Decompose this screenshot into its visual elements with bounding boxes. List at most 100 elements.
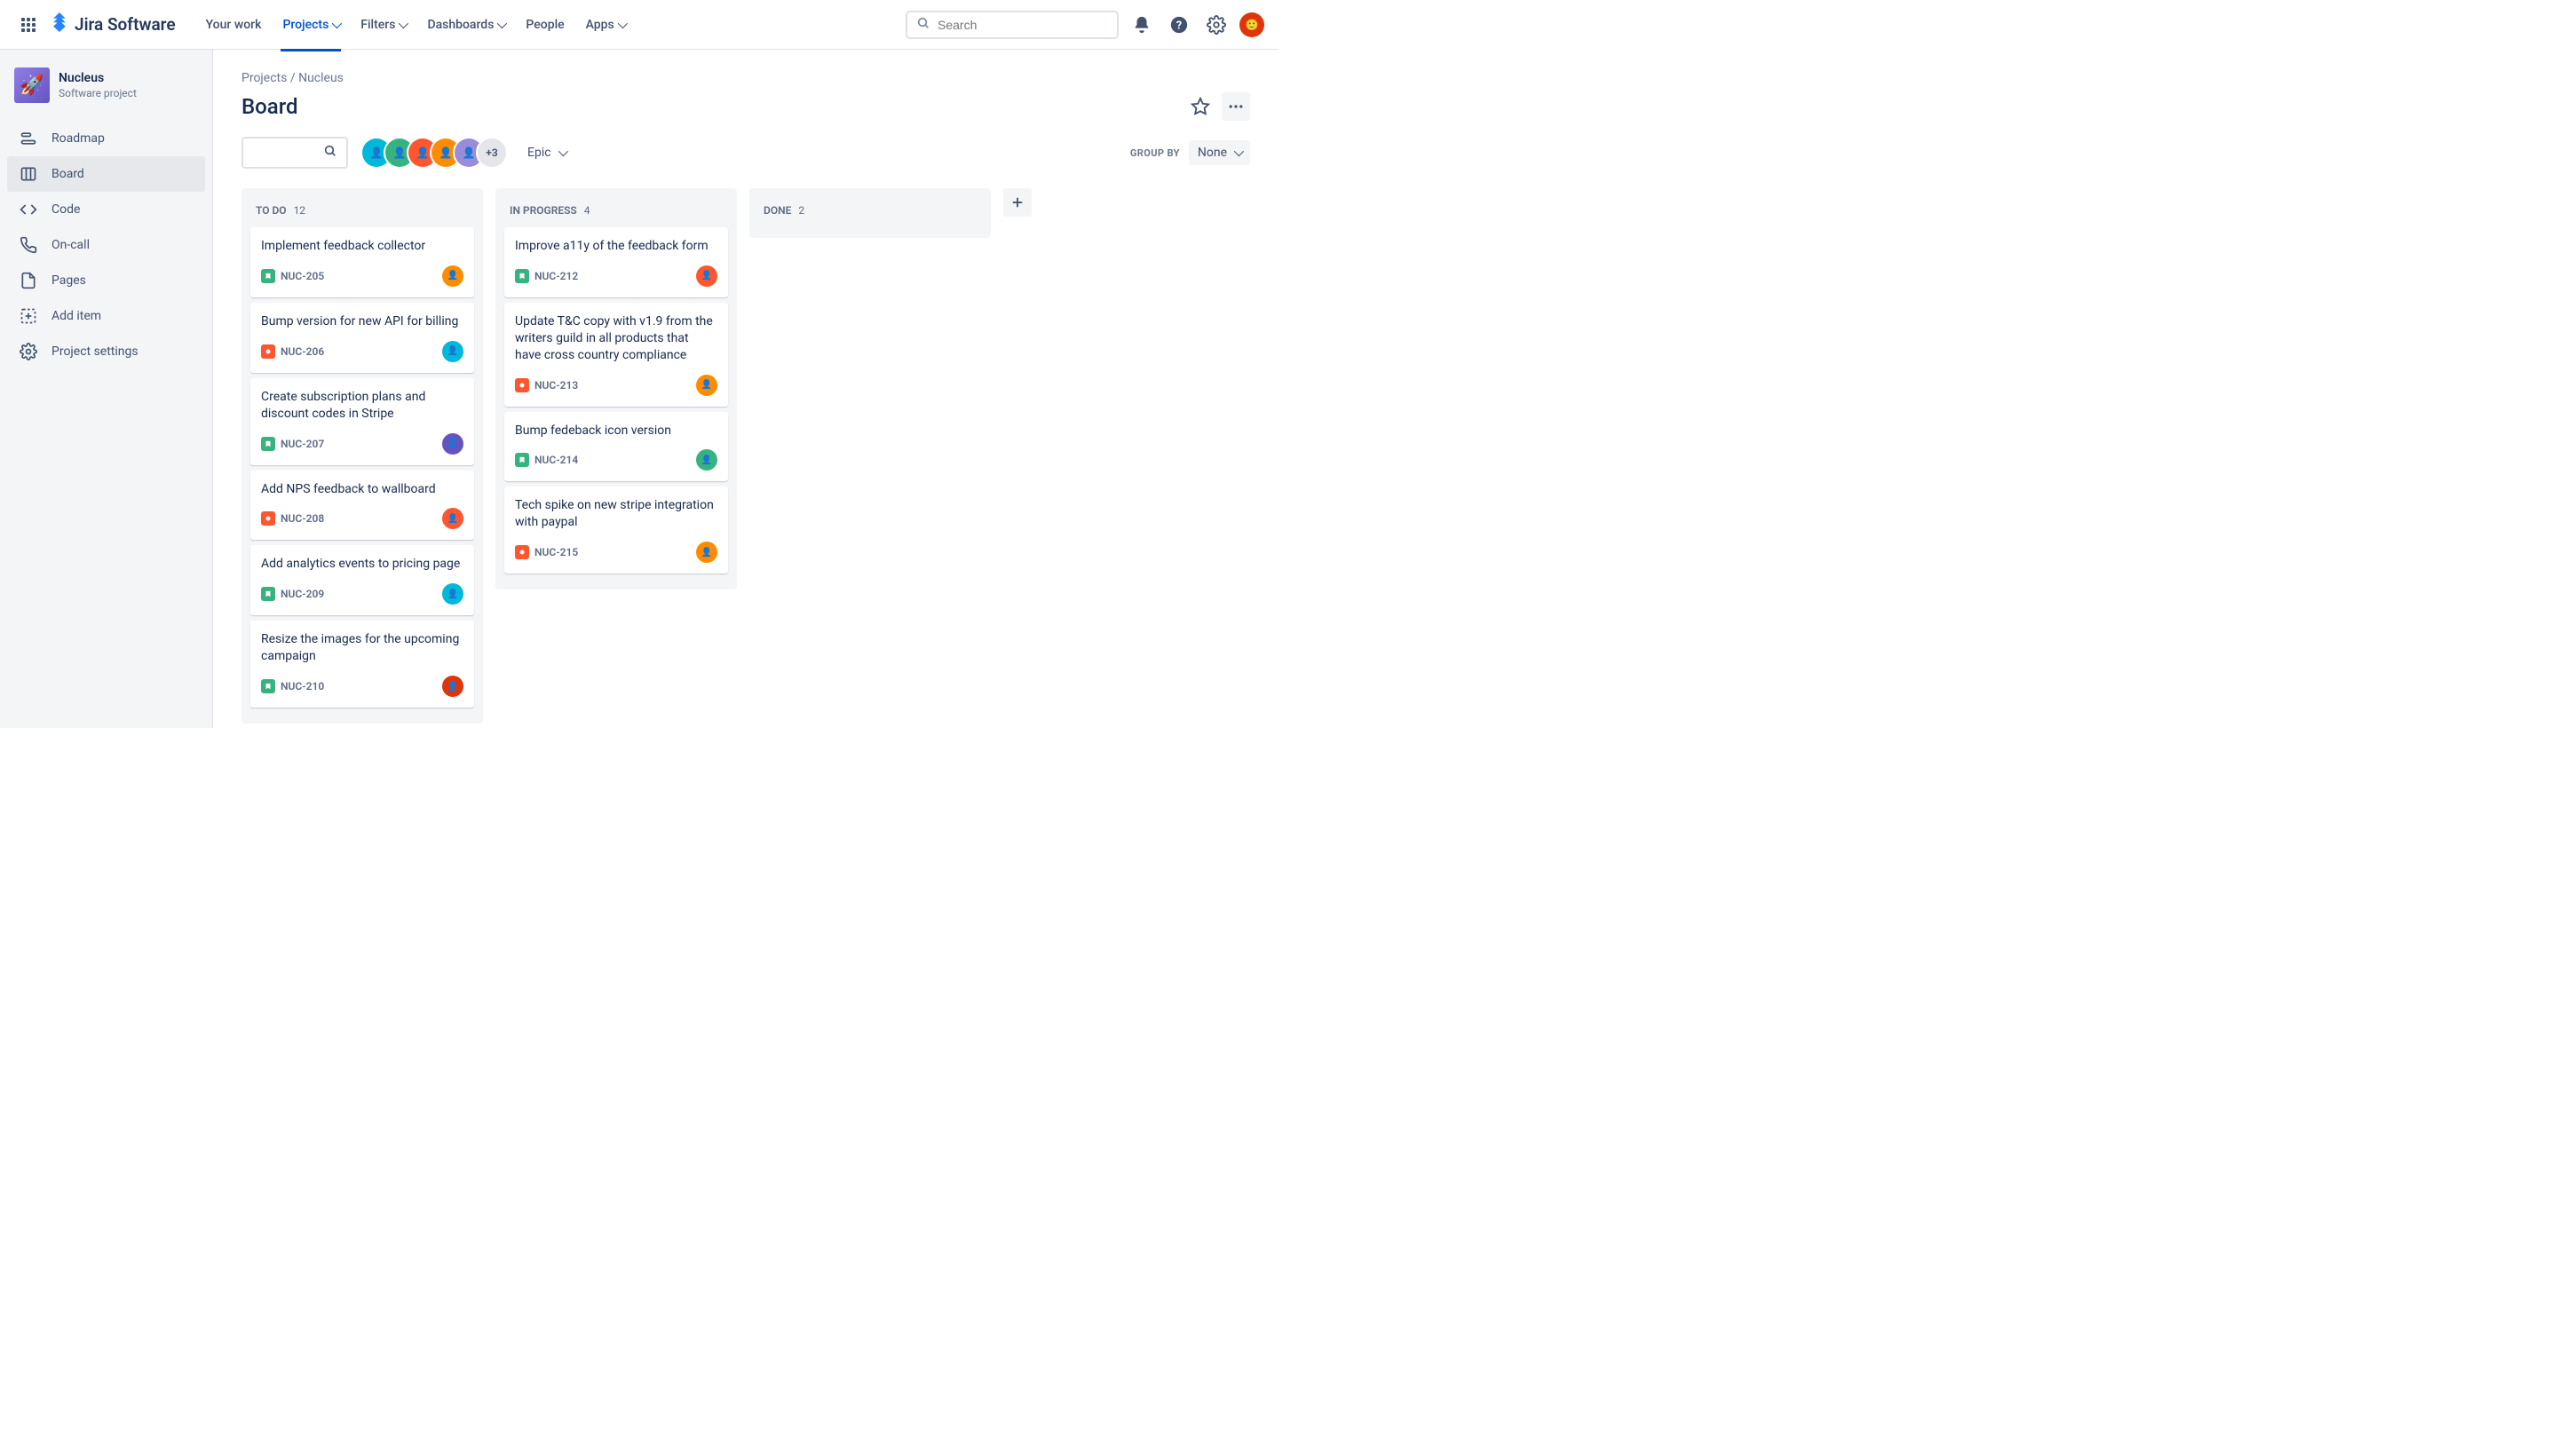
nav-item-your-work[interactable]: Your work: [197, 12, 271, 37]
nav-item-label: Dashboards: [427, 18, 494, 32]
breadcrumb-current[interactable]: Nucleus: [298, 71, 344, 85]
epic-filter[interactable]: Epic: [520, 140, 573, 165]
sidebar-item-pages[interactable]: Pages: [7, 263, 205, 298]
bug-type-icon: [261, 344, 275, 359]
board-column-in-progress: IN PROGRESS 4 Improve a11y of the feedback…: [495, 188, 737, 590]
assignee-avatar[interactable]: 👤: [442, 341, 463, 362]
nav-item-people[interactable]: People: [517, 12, 573, 37]
assignee-avatar[interactable]: 👤: [696, 542, 717, 563]
issue-card[interactable]: Resize the images for the upcoming campa…: [250, 621, 474, 708]
settings-icon: [18, 341, 39, 362]
project-sidebar: 🚀 Nucleus Software project Roadmap Board C…: [0, 50, 213, 728]
settings-icon[interactable]: [1202, 11, 1231, 39]
sidebar-item-board[interactable]: Board: [7, 156, 205, 192]
sidebar-item-code[interactable]: Code: [7, 192, 205, 227]
issue-card[interactable]: Create subscription plans and discount c…: [250, 378, 474, 465]
issue-card[interactable]: Bump version for new API for billingNUC-…: [250, 303, 474, 373]
primary-nav: Your work ProjectsFilters Dashboards People…: [197, 12, 634, 37]
search-icon: [916, 16, 930, 34]
sidebar-item-project-settings[interactable]: Project settings: [7, 334, 205, 369]
issue-card[interactable]: Update T&C copy with v1.9 from the write…: [504, 303, 728, 407]
sidebar-item-label: Roadmap: [51, 131, 105, 146]
nav-item-filters[interactable]: Filters: [352, 12, 415, 37]
chevron-down-icon: [332, 18, 342, 28]
sidebar-item-add-item[interactable]: Add item: [7, 298, 205, 334]
issue-title: Improve a11y of the feedback form: [515, 238, 717, 255]
column-count: 12: [294, 204, 306, 217]
nav-item-projects[interactable]: Projects: [273, 12, 348, 37]
assignee-avatar[interactable]: 👤: [696, 265, 717, 287]
assignee-avatar[interactable]: 👤: [442, 583, 463, 605]
chevron-down-icon: [618, 18, 628, 28]
assignee-filter[interactable]: 👤 👤 👤 👤 👤 +3: [362, 138, 506, 167]
add-column-button[interactable]: [1003, 188, 1032, 217]
column-header[interactable]: IN PROGRESS 4: [501, 199, 732, 227]
issue-key: NUC-209: [281, 588, 324, 600]
column-count: 2: [798, 204, 804, 217]
group-by-select[interactable]: None: [1189, 140, 1250, 165]
avatar-overflow[interactable]: +3: [478, 138, 506, 167]
issue-title: Resize the images for the upcoming campa…: [261, 631, 463, 665]
issue-card[interactable]: Improve a11y of the feedback form NUC-212…: [504, 227, 728, 297]
chevron-down-icon: [1234, 146, 1244, 156]
issue-card[interactable]: Add analytics events to pricing pageNUC-…: [250, 545, 474, 615]
nav-item-dashboards[interactable]: Dashboards: [418, 12, 513, 37]
sidebar-item-label: Code: [51, 202, 80, 217]
project-name: Nucleus: [59, 71, 137, 85]
group-by-label: GROUP BY: [1130, 147, 1180, 159]
svg-text:?: ?: [1176, 19, 1182, 32]
issue-card[interactable]: Tech spike on new stripe integration wit…: [504, 487, 728, 574]
oncall-icon: [18, 234, 39, 256]
board-search[interactable]: [241, 137, 348, 169]
nav-item-label: Your work: [206, 18, 262, 32]
issue-key: NUC-212: [534, 270, 578, 282]
nav-item-apps[interactable]: Apps: [577, 12, 634, 37]
issue-card[interactable]: Add NPS feedback to wallboardNUC-208👤: [250, 471, 474, 541]
nav-item-label: Apps: [586, 18, 614, 32]
issue-card[interactable]: Bump fedeback icon versionNUC-214👤: [504, 412, 728, 482]
story-type-icon: [261, 269, 275, 283]
sidebar-item-label: Board: [51, 167, 84, 181]
global-search[interactable]: [906, 11, 1119, 39]
chevron-down-icon: [497, 18, 507, 28]
nav-item-label: People: [526, 18, 564, 32]
issue-key: NUC-210: [281, 680, 324, 692]
column-header[interactable]: TO DO 12: [247, 199, 478, 227]
sidebar-item-on-call[interactable]: On-call: [7, 227, 205, 263]
star-button[interactable]: [1186, 92, 1215, 121]
story-type-icon: [515, 453, 529, 467]
issue-card[interactable]: Implement feedback collectorNUC-205👤: [250, 227, 474, 297]
issue-key: NUC-208: [281, 512, 324, 525]
sidebar-item-label: On-call: [51, 238, 90, 252]
column-name: TO DO: [256, 204, 287, 217]
issue-title: Tech spike on new stripe integration wit…: [515, 497, 717, 531]
issue-key: NUC-214: [534, 454, 578, 466]
assignee-avatar[interactable]: 👤: [442, 676, 463, 697]
column-header[interactable]: DONE 2: [755, 199, 986, 227]
more-actions-button[interactable]: [1222, 92, 1250, 121]
issue-key: NUC-207: [281, 438, 324, 450]
column-name: IN PROGRESS: [510, 204, 577, 217]
assignee-avatar[interactable]: 👤: [442, 508, 463, 529]
profile-avatar[interactable]: 🙂: [1239, 12, 1264, 37]
column-count: 4: [584, 204, 590, 217]
jira-logo[interactable]: Jira Software: [50, 12, 176, 36]
help-icon[interactable]: ?: [1165, 11, 1193, 39]
notifications-icon[interactable]: [1128, 11, 1156, 39]
assignee-avatar[interactable]: 👤: [696, 375, 717, 396]
topnav-right: ? 🙂: [906, 11, 1264, 39]
breadcrumb-parent[interactable]: Projects: [241, 71, 287, 85]
global-search-input[interactable]: [938, 18, 1108, 32]
app-switcher-icon[interactable]: [14, 11, 43, 39]
assignee-avatar[interactable]: 👤: [442, 265, 463, 287]
kanban-board: TO DO 12 Implement feedback collectorNUC-2…: [241, 188, 1250, 724]
code-icon: [18, 199, 39, 220]
board-filters: 👤 👤 👤 👤 👤 +3 Epic GROUP BY None: [241, 137, 1250, 169]
assignee-avatar[interactable]: 👤: [696, 449, 717, 471]
sidebar-item-roadmap[interactable]: Roadmap: [7, 121, 205, 156]
project-type: Software project: [59, 87, 137, 99]
assignee-avatar[interactable]: 👤: [442, 433, 463, 455]
bug-type-icon: [261, 511, 275, 526]
project-header[interactable]: 🚀 Nucleus Software project: [7, 67, 205, 121]
column-name: DONE: [764, 204, 791, 217]
